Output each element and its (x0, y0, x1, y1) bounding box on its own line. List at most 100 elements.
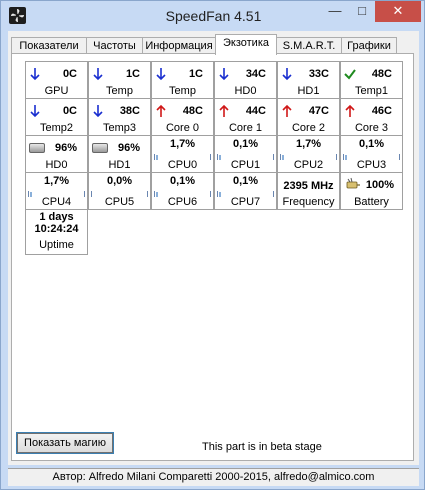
cpu-usage-2: 1,7% CPU2 (277, 135, 340, 173)
sensor-value: 48C (182, 105, 203, 117)
arrow-down-icon (30, 68, 40, 81)
battery-plug-icon (346, 177, 360, 189)
frequency-label: Frequency (282, 196, 335, 208)
arrow-up-icon (156, 104, 166, 117)
sensor-value: 0C (62, 68, 77, 80)
close-button[interactable]: ✕ (375, 1, 421, 22)
arrow-down-icon (93, 68, 103, 81)
sensor-label: Temp1 (354, 85, 389, 97)
sensor-label: HD1 (297, 85, 320, 97)
sensor-label: Temp (106, 85, 133, 97)
disk-value: 96% (117, 142, 140, 154)
sensor-temp: 1C Temp (88, 61, 151, 99)
sensor-temp2: 0C Temp2 (25, 98, 88, 136)
cpu-label: CPU4 (41, 196, 72, 208)
cpu-usage-5: 0,0% CPU5 (88, 172, 151, 210)
hard-disk-icon (29, 143, 45, 153)
check-icon (344, 69, 356, 80)
cpu-usage-1: 0,1% CPU1 (214, 135, 277, 173)
sensor-temp3: 38C Temp3 (88, 98, 151, 136)
arrow-down-icon (93, 105, 103, 118)
sensor-label: Temp (169, 85, 196, 97)
cpu-value: 1,7% (295, 138, 322, 150)
sensor-value: 0C (62, 105, 77, 117)
cpu-label: CPU1 (230, 159, 261, 171)
sensor-value: 34C (245, 68, 266, 80)
disk-value: 96% (54, 142, 77, 154)
cpu-value: 0,1% (169, 175, 196, 187)
cpu-usage-4: 1,7% CPU4 (25, 172, 88, 210)
battery-status: 100% Battery (340, 172, 403, 210)
disk-label: HD1 (108, 159, 131, 171)
cpu-value: 1,7% (43, 175, 70, 187)
minimize-button[interactable]: — (321, 1, 349, 22)
sensor-hd1-temp: 33C HD1 (277, 61, 340, 99)
uptime-days: 1 days (39, 211, 74, 223)
tab-exotics[interactable]: Экзотика (215, 34, 277, 55)
sensor-label: HD0 (234, 85, 257, 97)
beta-note: This part is in beta stage (202, 441, 322, 453)
exotics-panel: 0C GPU 1C Temp 1C Temp 34C HD0 33C HD1 4… (11, 53, 414, 461)
sensor-label: Core 1 (228, 122, 263, 134)
cpu-value: 1,7% (169, 138, 196, 150)
tab-info[interactable]: Информация (142, 37, 216, 54)
sensor-hd0-temp: 34C HD0 (214, 61, 277, 99)
cpu-value: 0,0% (106, 175, 133, 187)
sensor-temp1: 48C Temp1 (340, 61, 403, 99)
cpu-label: CPU7 (230, 196, 261, 208)
cpu-usage-7: 0,1% CPU7 (214, 172, 277, 210)
battery-value: 100% (365, 179, 394, 191)
sensor-core3: 46C Core 3 (340, 98, 403, 136)
uptime-time: 10:24:24 (34, 223, 79, 235)
sensor-label: Core 3 (354, 122, 389, 134)
uptime-label: Uptime (39, 239, 74, 251)
sensor-value: 1C (125, 68, 140, 80)
tab-smart[interactable]: S.M.A.R.T. (276, 37, 342, 54)
battery-label: Battery (354, 196, 389, 208)
arrow-down-icon (282, 68, 292, 81)
client-area: Показатели Частоты Информация Экзотика S… (8, 31, 419, 465)
show-magic-button[interactable]: Показать магию (16, 432, 114, 454)
sensor-value: 46C (371, 105, 392, 117)
arrow-up-icon (282, 104, 292, 117)
frequency-value: 2395 MHz (283, 180, 334, 192)
hard-disk-icon (92, 143, 108, 153)
sensor-label: Temp3 (102, 122, 137, 134)
sensor-label: Core 0 (165, 122, 200, 134)
cpu-value: 0,1% (232, 138, 259, 150)
maximize-button[interactable]: □ (349, 1, 375, 22)
sensor-core0: 48C Core 0 (151, 98, 214, 136)
sensor-label: Core 2 (291, 122, 326, 134)
sensor-value: 47C (308, 105, 329, 117)
status-bar: Автор: Alfredo Milani Comparetti 2000-20… (8, 468, 419, 486)
sensor-value: 33C (308, 68, 329, 80)
sensor-label: GPU (44, 85, 69, 97)
uptime-box: 1 days 10:24:24 Uptime (25, 209, 88, 255)
sensor-temp-2: 1C Temp (151, 61, 214, 99)
sensor-value: 44C (245, 105, 266, 117)
title-bar[interactable]: SpeedFan 4.51 — □ ✕ (1, 1, 425, 31)
tab-indicators[interactable]: Показатели (11, 37, 87, 54)
cpu-label: CPU5 (104, 196, 135, 208)
tab-clocks[interactable]: Частоты (86, 37, 143, 54)
cpu-label: CPU3 (356, 159, 387, 171)
sensor-value: 38C (119, 105, 140, 117)
sensor-value: 48C (371, 68, 392, 80)
arrow-down-icon (156, 68, 166, 81)
cpu-label: CPU0 (167, 159, 198, 171)
sensor-gpu: 0C GPU (25, 61, 88, 99)
sensor-label: Temp2 (39, 122, 74, 134)
disk-hd1: 96% HD1 (88, 135, 151, 173)
arrow-up-icon (219, 104, 229, 117)
sensor-core1: 44C Core 1 (214, 98, 277, 136)
arrow-up-icon (345, 104, 355, 117)
sensor-core2: 47C Core 2 (277, 98, 340, 136)
cpu-usage-6: 0,1% CPU6 (151, 172, 214, 210)
cpu-label: CPU6 (167, 196, 198, 208)
arrow-down-icon (219, 68, 229, 81)
cpu-value: 0,1% (232, 175, 259, 187)
cpu-value: 0,1% (358, 138, 385, 150)
cpu-label: CPU2 (293, 159, 324, 171)
tab-charts[interactable]: Графики (341, 37, 397, 54)
cpu-usage-0: 1,7% CPU0 (151, 135, 214, 173)
